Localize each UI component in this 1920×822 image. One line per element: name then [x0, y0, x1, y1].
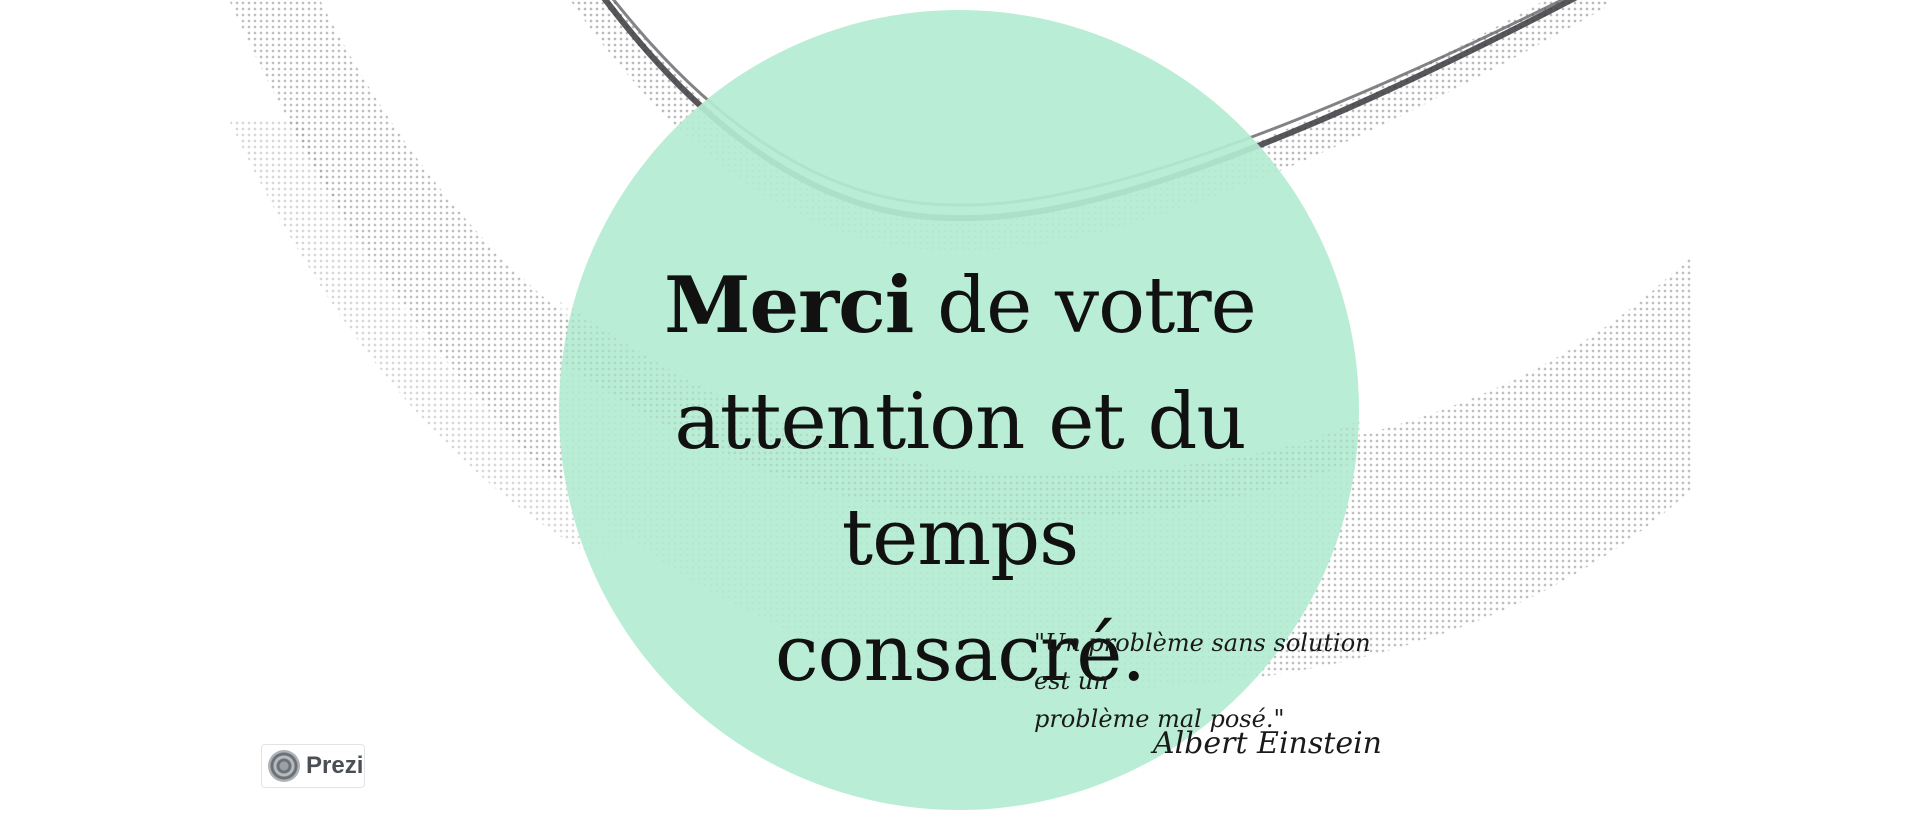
heading-line-1: Merci de votre [660, 248, 1260, 364]
prezi-badge-label: Prezi [306, 752, 364, 779]
prezi-logo-icon [268, 750, 300, 782]
slide-canvas: Merci de votre attention et du temps con… [0, 0, 1920, 822]
heading-line-1-rest: de votre [913, 261, 1257, 351]
heading-strong-word: Merci [664, 260, 914, 351]
prezi-badge[interactable]: Prezi [261, 744, 365, 788]
quote-line-1: "Un problème sans solution est un [1034, 629, 1371, 695]
quote-author: Albert Einstein [1152, 726, 1382, 761]
heading-line-2: attention et du [674, 377, 1246, 467]
quote-text: "Un problème sans solution est un problè… [1034, 624, 1414, 738]
